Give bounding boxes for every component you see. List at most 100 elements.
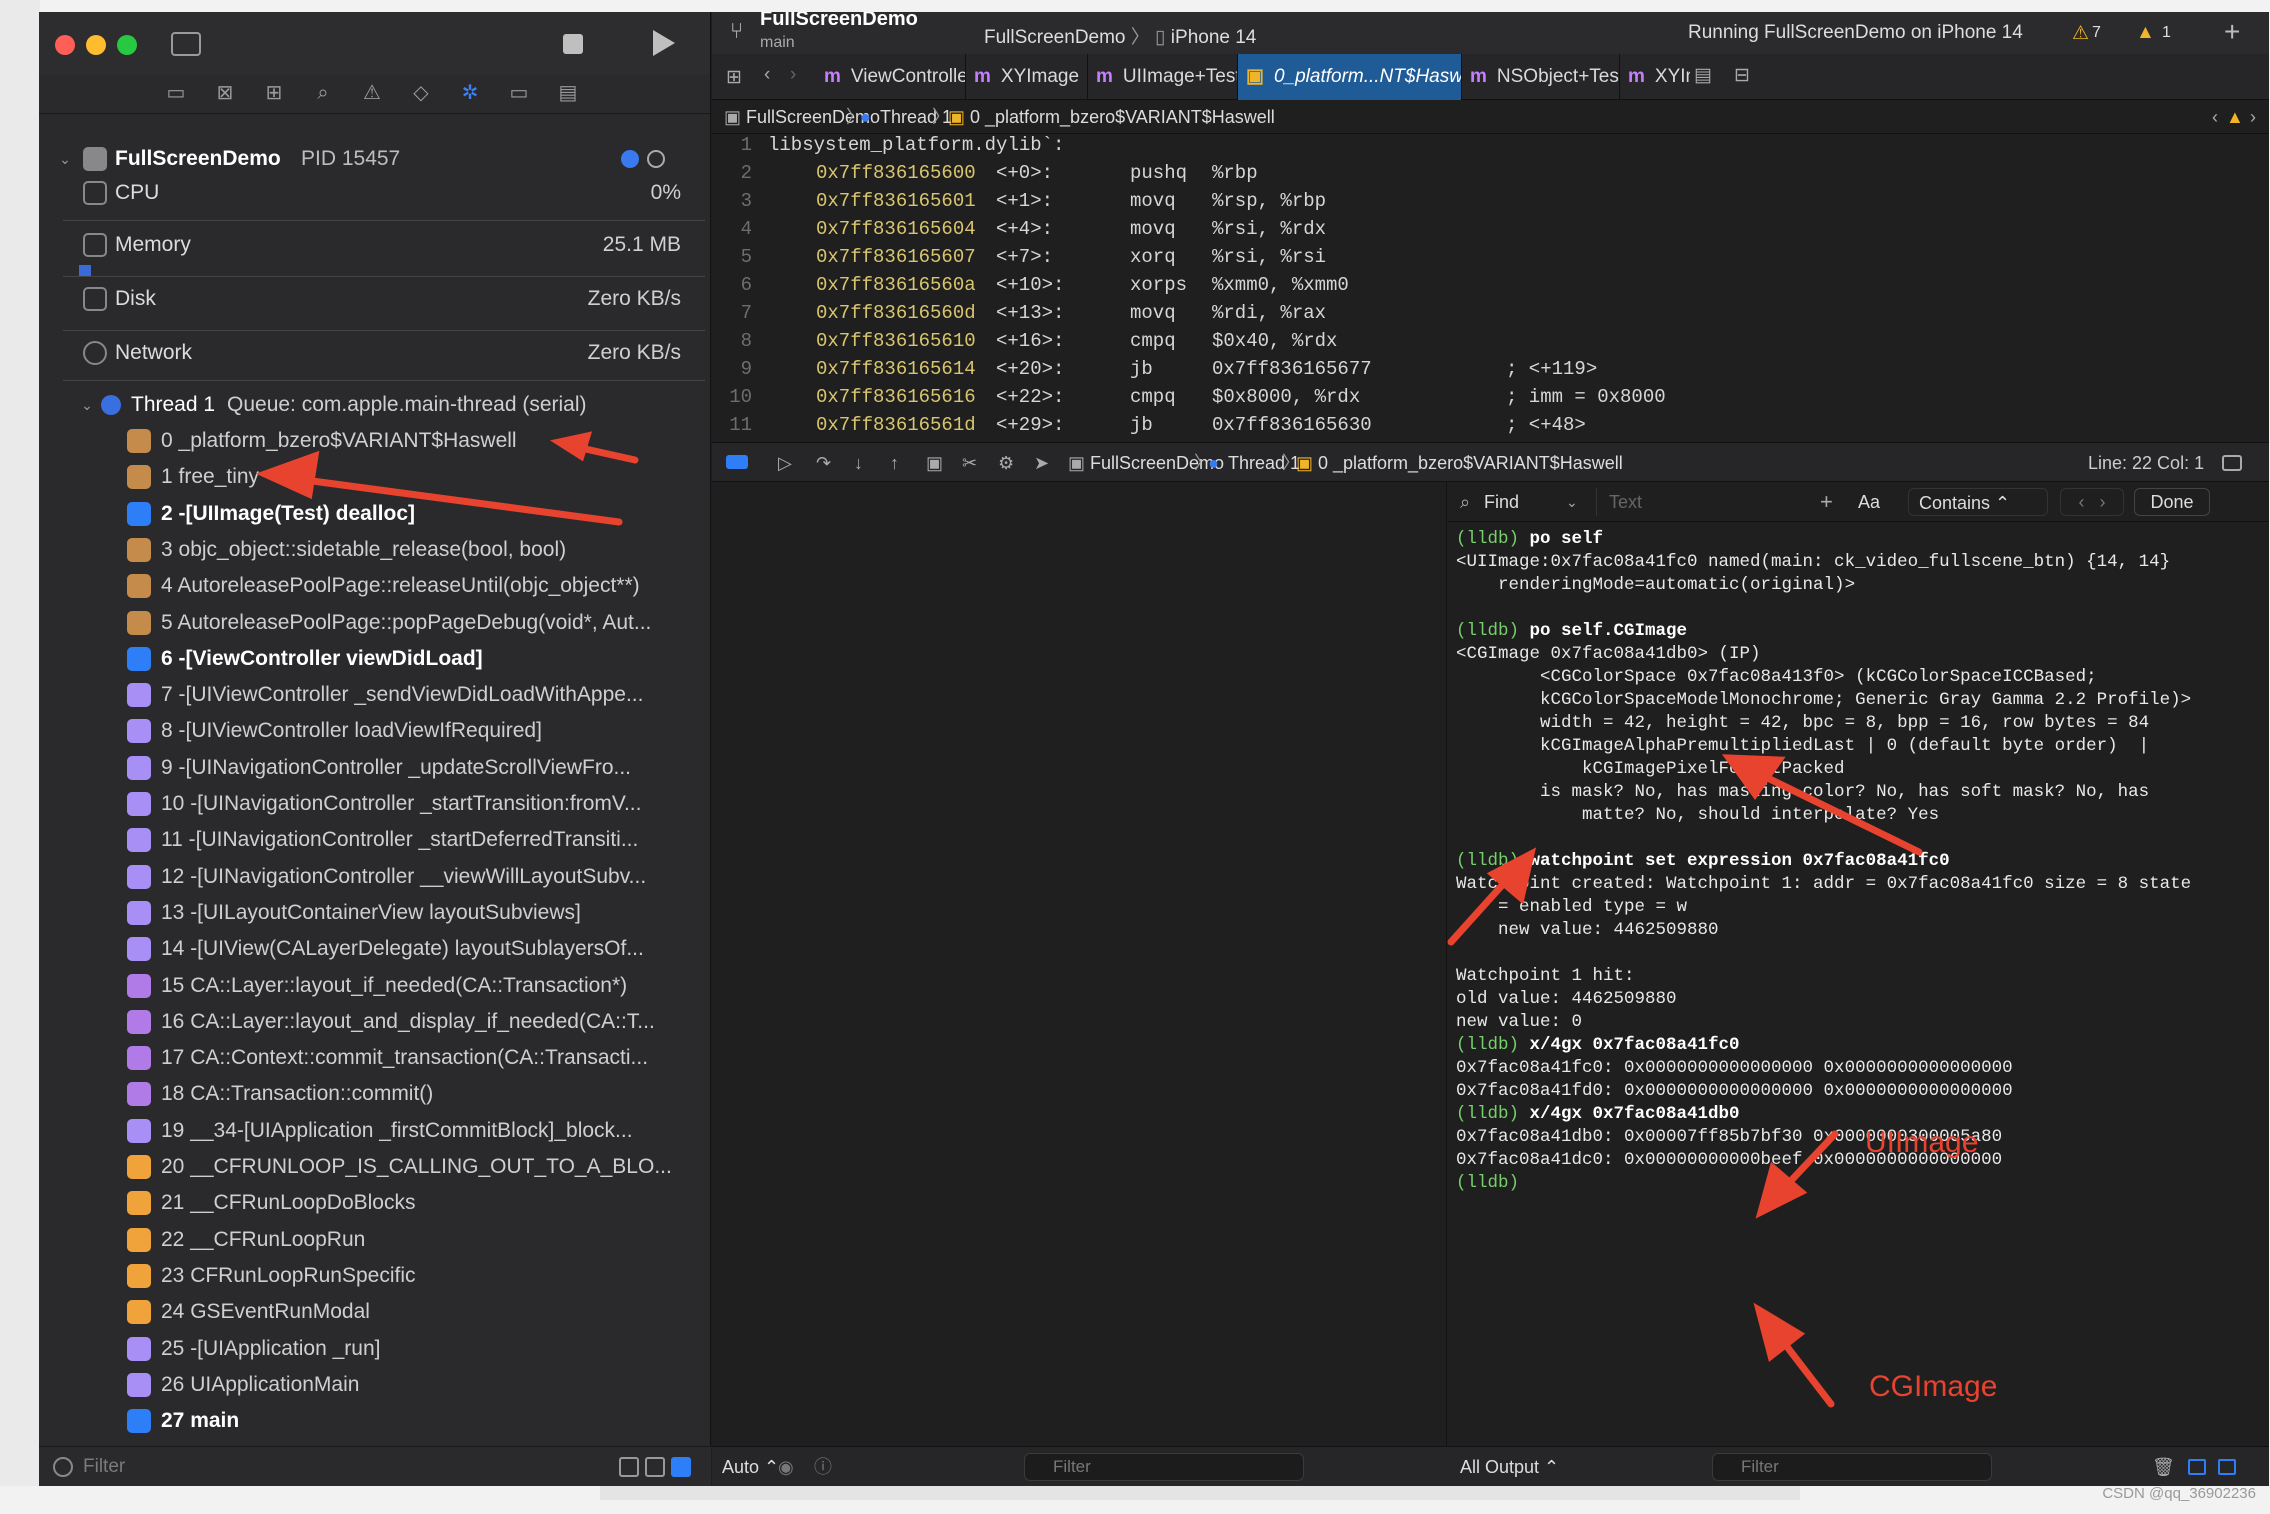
report-icon[interactable]: ▤ bbox=[553, 78, 583, 108]
stack-frame-row[interactable]: 22 __CFRunLoopRun bbox=[39, 1223, 711, 1257]
folder-icon[interactable]: ▭ bbox=[161, 78, 191, 108]
stack-frame-row[interactable]: 17 CA::Context::commit_transaction(CA::T… bbox=[39, 1041, 711, 1075]
stack-frame-row[interactable]: 27 main bbox=[39, 1404, 711, 1438]
stack-frame-row[interactable]: 3 objc_object::sidetable_release(bool, b… bbox=[39, 533, 711, 567]
stack-frame-row[interactable]: 10 -[UINavigationController _startTransi… bbox=[39, 787, 711, 821]
gauge-network[interactable]: Network Zero KB/s bbox=[39, 336, 711, 370]
stack-frame-row[interactable]: 12 -[UINavigationController __viewWillLa… bbox=[39, 860, 711, 894]
chevron-down-icon[interactable]: ⌄ bbox=[77, 388, 97, 422]
gauge-cpu[interactable]: CPU 0% bbox=[39, 176, 711, 210]
source-control-icon[interactable]: ⊠ bbox=[210, 78, 240, 108]
warning-icon[interactable]: ▲ bbox=[2226, 100, 2244, 134]
split-editor-icon[interactable]: ⊟ bbox=[1734, 64, 1750, 87]
stack-frame-row[interactable]: 9 -[UINavigationController _updateScroll… bbox=[39, 751, 711, 785]
forward-icon[interactable]: › bbox=[790, 64, 796, 86]
view-hierarchy-icon[interactable]: ▣ bbox=[926, 443, 943, 483]
jump-frame[interactable]: 0 _platform_bzero$VARIANT$Haswell bbox=[970, 100, 1275, 134]
done-button[interactable]: Done bbox=[2134, 488, 2210, 516]
info-icon[interactable] bbox=[621, 150, 639, 168]
stack-frame-row[interactable]: 2 -[UIImage(Test) dealloc] bbox=[39, 497, 711, 531]
symbol-icon[interactable]: ⊞ bbox=[259, 78, 289, 108]
stack-frame-row[interactable]: 24 GSEventRunModal bbox=[39, 1295, 711, 1329]
step-over-icon[interactable]: ↷ bbox=[816, 443, 831, 483]
warning-icon[interactable]: ⚠ bbox=[2072, 22, 2089, 45]
location-icon[interactable]: ➤ bbox=[1034, 443, 1049, 483]
stack-frame-row[interactable]: 25 -[UIApplication _run] bbox=[39, 1332, 711, 1366]
add-icon[interactable]: + bbox=[2224, 16, 2240, 48]
gauge-memory[interactable]: Memory 25.1 MB bbox=[39, 228, 711, 262]
next-issue-icon[interactable]: › bbox=[2250, 100, 2256, 134]
stack-frame-row[interactable]: 0 _platform_bzero$VARIANT$Haswell bbox=[39, 424, 711, 458]
stack-frame-row[interactable]: 19 __34-[UIApplication _firstCommitBlock… bbox=[39, 1114, 711, 1148]
tab-xyimage[interactable]: m XYImage bbox=[966, 54, 1088, 100]
stack-frame-row[interactable]: 5 AutoreleasePoolPage::popPageDebug(void… bbox=[39, 606, 711, 640]
console-filter-input[interactable]: Filter bbox=[1712, 1453, 1992, 1481]
back-icon[interactable]: ‹ bbox=[764, 64, 770, 86]
info-icon[interactable]: ⓘ bbox=[814, 1447, 832, 1486]
zoom-window-button[interactable] bbox=[117, 35, 137, 55]
show-variables-icon[interactable] bbox=[2188, 1459, 2206, 1475]
output-select[interactable]: All Output ⌃ bbox=[1460, 1447, 1559, 1486]
scheme-selector[interactable]: FullScreenDemo 〉 ▯ iPhone 14 bbox=[984, 22, 1256, 49]
runtime-issue-icon[interactable]: ▲ bbox=[2136, 22, 2155, 44]
run-icon[interactable] bbox=[653, 30, 675, 56]
add-icon[interactable]: + bbox=[1820, 482, 1833, 522]
breakpoints-toggle-icon[interactable] bbox=[726, 455, 748, 469]
debug-frame[interactable]: 0 _platform_bzero$VARIANT$Haswell bbox=[1318, 443, 1623, 483]
disassembly-view[interactable]: 1 libsystem_platform.dylib`: 2 0x7ff8361656… bbox=[712, 134, 2269, 434]
variables-scope-select[interactable]: Auto ⌃ bbox=[722, 1447, 779, 1486]
step-into-icon[interactable]: ↓ bbox=[854, 443, 863, 483]
grid-icon[interactable]: ⊞ bbox=[726, 66, 742, 89]
chevron-down-icon[interactable]: ⌄ bbox=[55, 142, 75, 176]
stack-frame-row[interactable]: 1 free_tiny bbox=[39, 460, 711, 494]
gauge-disk[interactable]: Disk Zero KB/s bbox=[39, 282, 711, 316]
tab-viewcontroller[interactable]: m ViewController bbox=[816, 54, 966, 100]
sidebar-toggle-icon[interactable] bbox=[171, 32, 201, 56]
tab-platform-bzero[interactable]: ▣ 0_platform...NT$Haswell bbox=[1238, 54, 1462, 100]
prev-issue-icon[interactable]: ‹ bbox=[2212, 100, 2218, 134]
hide-debug-area-icon[interactable] bbox=[2222, 455, 2242, 471]
close-window-button[interactable] bbox=[55, 35, 75, 55]
filter-option-icon[interactable] bbox=[671, 1457, 691, 1477]
environment-icon[interactable]: ⚙ bbox=[998, 443, 1014, 483]
variables-filter-input[interactable]: Filter bbox=[1024, 1453, 1304, 1481]
thread-row[interactable]: ⌄ Thread 1 Queue: com.apple.main-thread … bbox=[39, 388, 711, 422]
step-out-icon[interactable]: ↑ bbox=[890, 443, 899, 483]
memory-graph-icon[interactable]: ✂ bbox=[962, 443, 977, 483]
find-input[interactable]: Text bbox=[1596, 488, 1856, 516]
continue-icon[interactable]: ▷ bbox=[778, 443, 792, 483]
prev-next-match-buttons[interactable]: ‹ › bbox=[2060, 488, 2124, 516]
trash-icon[interactable]: 🗑 bbox=[2152, 1447, 2175, 1486]
stack-frame-row[interactable]: 23 CFRunLoopRunSpecific bbox=[39, 1259, 711, 1293]
navigator-filter-input[interactable]: Filter bbox=[83, 1447, 125, 1486]
breakpoint-icon[interactable]: ▭ bbox=[504, 78, 534, 108]
stack-frame-row[interactable]: 6 -[ViewController viewDidLoad] bbox=[39, 642, 711, 676]
match-style-select[interactable]: Contains ⌃ bbox=[1908, 488, 2048, 516]
process-row[interactable]: ⌄ FullScreenDemo PID 15457 bbox=[39, 142, 711, 176]
find-mode[interactable]: Find bbox=[1484, 482, 1519, 522]
stack-frame-row[interactable]: 21 __CFRunLoopDoBlocks bbox=[39, 1186, 711, 1220]
debug-navigator-icon[interactable]: ✲ bbox=[455, 78, 485, 108]
eye-icon[interactable]: ◉ bbox=[778, 1447, 794, 1486]
stack-frame-row[interactable]: 13 -[UILayoutContainerView layoutSubview… bbox=[39, 896, 711, 930]
tab-nsobject-test[interactable]: m NSObject+Test bbox=[1462, 54, 1620, 100]
stack-frame-row[interactable]: 16 CA::Layer::layout_and_display_if_need… bbox=[39, 1005, 711, 1039]
search-icon[interactable]: ⌕ bbox=[308, 78, 338, 108]
show-console-icon[interactable] bbox=[2218, 1459, 2236, 1475]
chevron-down-icon[interactable]: ⌄ bbox=[1566, 482, 1578, 522]
minimize-window-button[interactable] bbox=[86, 35, 106, 55]
stack-frame-row[interactable]: 26 UIApplicationMain bbox=[39, 1368, 711, 1402]
stack-frame-row[interactable]: 18 CA::Transaction::commit() bbox=[39, 1077, 711, 1111]
stack-frame-row[interactable]: 14 -[UIView(CALayerDelegate) layoutSubla… bbox=[39, 932, 711, 966]
stack-frame-row[interactable]: 4 AutoreleasePoolPage::releaseUntil(objc… bbox=[39, 569, 711, 603]
stack-frame-row[interactable]: 11 -[UINavigationController _startDeferr… bbox=[39, 823, 711, 857]
pause-icon[interactable] bbox=[647, 150, 665, 168]
issue-icon[interactable]: ⚠ bbox=[357, 78, 387, 108]
filter-option-icon[interactable] bbox=[619, 1457, 639, 1477]
case-sensitivity-toggle[interactable]: Aa bbox=[1858, 482, 1880, 522]
tab-xyimage-2[interactable]: mXYIma bbox=[1620, 54, 1690, 100]
tab-uiimage-test[interactable]: m UIImage+Test bbox=[1088, 54, 1238, 100]
stack-frame-row[interactable]: 8 -[UIViewController loadViewIfRequired] bbox=[39, 714, 711, 748]
stack-frame-row[interactable]: 20 __CFRUNLOOP_IS_CALLING_OUT_TO_A_BLO..… bbox=[39, 1150, 711, 1184]
stack-frame-row[interactable]: 15 CA::Layer::layout_if_needed(CA::Trans… bbox=[39, 969, 711, 1003]
